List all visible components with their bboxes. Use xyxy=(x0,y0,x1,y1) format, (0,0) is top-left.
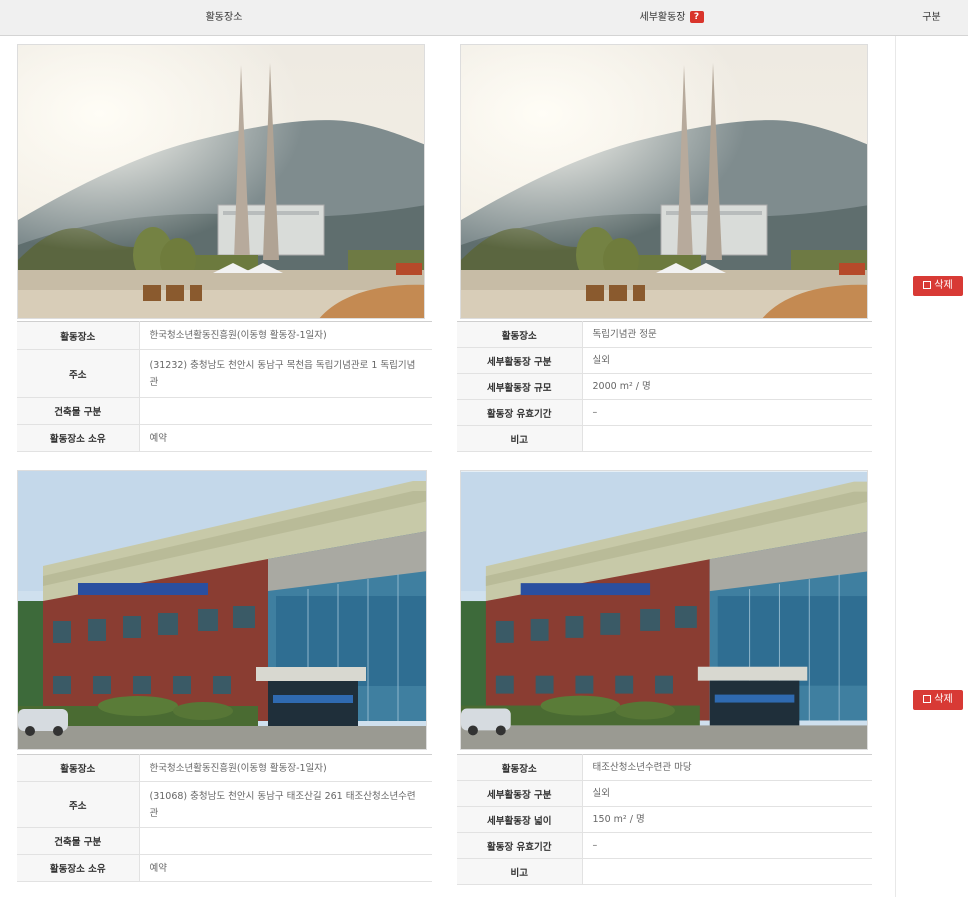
field-label: 세부활동장 구분 xyxy=(457,347,583,374)
table-row: 주소 (31232) 충청남도 천안시 동남구 목천읍 독립기념관로 1 독립기념… xyxy=(17,349,432,398)
field-value: 태조산청소년수련관 마당 xyxy=(582,754,872,781)
table-row: 세부활동장 구분 실외 xyxy=(457,780,872,807)
table-row: 활동장소 소유 예약 xyxy=(17,854,432,882)
header-category: 구분 xyxy=(922,12,941,23)
field-value: 실외 xyxy=(582,780,872,807)
field-label: 활동장소 xyxy=(457,754,583,781)
field-value: (31232) 충청남도 천안시 동남구 목천읍 독립기념관로 1 독립기념관 xyxy=(139,349,432,398)
delete-button[interactable]: 삭제 xyxy=(913,690,963,710)
header-location: 활동장소 xyxy=(205,12,243,23)
field-value: 한국청소년활동진흥원(이동형 활동장-1일자) xyxy=(139,754,432,782)
field-value xyxy=(582,425,872,452)
column-divider xyxy=(895,36,896,897)
field-label: 활동장소 소유 xyxy=(17,424,140,452)
table-row: 활동장소 소유 예약 xyxy=(17,424,432,452)
field-value: 150 m² / 명 xyxy=(582,806,872,833)
sub-location-info-table-1: 활동장소 독립기념관 정문 세부활동장 구분 실외 세부활동장 규모 2000 m² … xyxy=(457,321,872,452)
field-label: 세부활동장 넓이 xyxy=(457,806,583,833)
field-label: 비고 xyxy=(457,425,583,452)
table-row: 건축물 구분 xyxy=(17,827,432,855)
field-value: – xyxy=(582,832,872,859)
field-label: 세부활동장 구분 xyxy=(457,780,583,807)
table-header: 활동장소 세부활동장? 구분 xyxy=(0,0,968,36)
table-row: 활동장소 독립기념관 정문 xyxy=(457,321,872,348)
sub-location-photo-2 xyxy=(460,470,868,750)
field-value xyxy=(139,397,432,425)
delete-button-label: 삭제 xyxy=(934,280,953,291)
field-label: 활동장 유효기간 xyxy=(457,399,583,426)
table-row: 비고 xyxy=(457,858,872,885)
sub-location-photo-1 xyxy=(460,44,868,319)
field-value: (31068) 충청남도 천안시 동남구 태조산길 261 태조산청소년수련관 xyxy=(139,781,432,828)
table-row: 활동장소 한국청소년활동진흥원(이동형 활동장-1일자) xyxy=(17,321,432,350)
location-photo-1 xyxy=(17,44,425,319)
help-icon[interactable]: ? xyxy=(689,11,704,23)
field-value: – xyxy=(582,399,872,426)
trash-icon xyxy=(923,695,932,703)
field-label: 세부활동장 규모 xyxy=(457,373,583,400)
table-row: 세부활동장 구분 실외 xyxy=(457,347,872,374)
field-value: 독립기념관 정문 xyxy=(582,321,872,348)
field-value: 예약 xyxy=(139,854,432,882)
field-label: 활동장소 xyxy=(17,321,140,350)
table-row: 활동장소 한국청소년활동진흥원(이동형 활동장-1일자) xyxy=(17,754,432,782)
header-sub-location: 세부활동장? xyxy=(448,0,895,36)
table-row: 세부활동장 넓이 150 m² / 명 xyxy=(457,806,872,833)
field-label: 비고 xyxy=(457,858,583,885)
sub-location-info-table-2: 활동장소 태조산청소년수련관 마당 세부활동장 구분 실외 세부활동장 넓이 150 … xyxy=(457,754,872,885)
field-label: 활동장소 xyxy=(17,754,140,782)
field-label: 주소 xyxy=(17,349,140,398)
field-label: 건축물 구분 xyxy=(17,397,140,425)
field-value xyxy=(139,827,432,855)
location-photo-2 xyxy=(17,470,427,750)
field-value: 2000 m² / 명 xyxy=(582,373,872,400)
table-row: 활동장 유효기간 – xyxy=(457,399,872,426)
field-label: 활동장소 xyxy=(457,321,583,348)
field-label: 활동장소 소유 xyxy=(17,854,140,882)
field-value: 예약 xyxy=(139,424,432,452)
delete-button[interactable]: 삭제 xyxy=(913,276,963,296)
field-value: 한국청소년활동진흥원(이동형 활동장-1일자) xyxy=(139,321,432,350)
location-info-table-1: 활동장소 한국청소년활동진흥원(이동형 활동장-1일자) 주소 (31232) 충청… xyxy=(17,321,432,452)
table-row: 비고 xyxy=(457,425,872,452)
table-row: 건축물 구분 xyxy=(17,397,432,425)
field-label: 건축물 구분 xyxy=(17,827,140,855)
field-label: 주소 xyxy=(17,781,140,828)
table-row: 세부활동장 규모 2000 m² / 명 xyxy=(457,373,872,400)
table-row: 활동장소 태조산청소년수련관 마당 xyxy=(457,754,872,781)
table-row: 활동장 유효기간 – xyxy=(457,832,872,859)
field-label: 활동장 유효기간 xyxy=(457,832,583,859)
field-value: 실외 xyxy=(582,347,872,374)
trash-icon xyxy=(923,281,932,289)
location-info-table-2: 활동장소 한국청소년활동진흥원(이동형 활동장-1일자) 주소 (31068) 충청… xyxy=(17,754,432,882)
header-sub-location-label: 세부활동장 xyxy=(639,12,686,23)
table-row: 주소 (31068) 충청남도 천안시 동남구 태조산길 261 태조산청소년수련… xyxy=(17,781,432,828)
delete-button-label: 삭제 xyxy=(934,694,953,705)
field-value xyxy=(582,858,872,885)
